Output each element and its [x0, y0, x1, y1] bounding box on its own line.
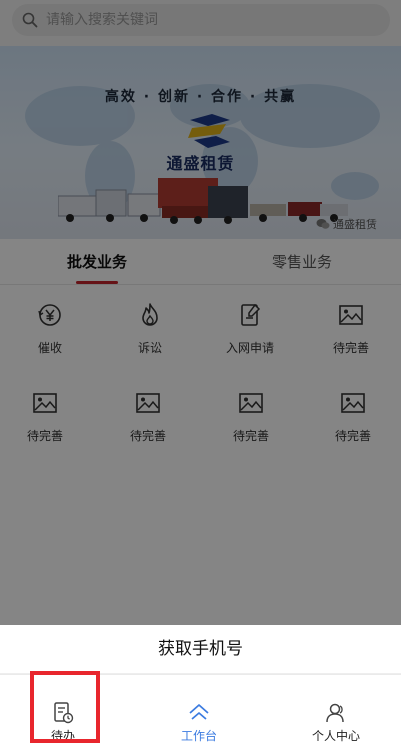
tabbar-item-profile[interactable]: 个人中心 [271, 675, 401, 747]
tabbar-item-label: 个人中心 [311, 729, 360, 743]
home-icon [189, 704, 209, 720]
tabbar-item-label: 工作台 [180, 729, 217, 743]
get-phone-number-button[interactable]: 获取手机号 [0, 625, 401, 674]
tabbar-item-workbench[interactable]: 工作台 [134, 675, 264, 747]
user-icon [326, 703, 344, 723]
modal-overlay[interactable] [0, 0, 401, 625]
highlight-box [30, 671, 100, 743]
